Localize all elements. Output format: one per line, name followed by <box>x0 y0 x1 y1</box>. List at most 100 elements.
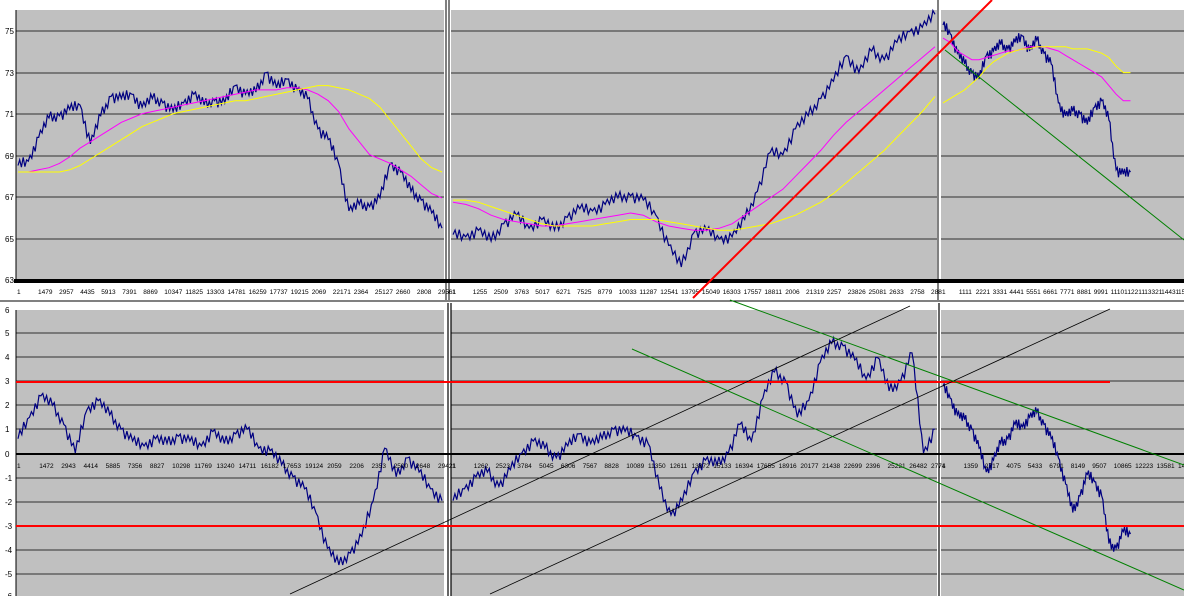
x-tick-label: 8828 <box>604 463 619 470</box>
y-tick-label: 69 <box>5 152 14 161</box>
x-tick-label: 1255 <box>473 289 488 296</box>
x-tick-label: 5045 <box>539 463 554 470</box>
x-tick-label: 11287 <box>639 289 657 296</box>
x-tick-label: 2257 <box>827 289 842 296</box>
y-tick-label: 71 <box>5 110 14 119</box>
x-tick-label: 2957 <box>59 289 74 296</box>
x-tick-label: 11101 <box>1111 289 1128 296</box>
x-tick-label: 11825 <box>185 289 203 296</box>
x-tick-label: 22171 <box>333 289 351 296</box>
x-tick-label: 9991 <box>1094 289 1109 296</box>
x-tick-label: 2808 <box>417 289 432 296</box>
y-tick-label: -5 <box>5 570 13 579</box>
x-tick-label: 17653 <box>283 463 301 470</box>
y-tick-label: 65 <box>5 235 14 244</box>
x-tick-label: 10089 <box>626 463 644 470</box>
x-tick-label: 5913 <box>101 289 116 296</box>
x-tick-label: 15133 <box>713 463 731 470</box>
x-tick-label: 3331 <box>993 289 1008 296</box>
x-tick-label: 10865 <box>1114 463 1132 470</box>
y-tick-label: -3 <box>5 522 13 531</box>
x-tick-label: 14711 <box>239 463 257 470</box>
x-tick-label: 26482 <box>909 463 927 470</box>
x-tick-label: 15049 <box>702 289 720 296</box>
x-tick-label: 3763 <box>515 289 530 296</box>
x-axis-bar <box>14 279 1184 283</box>
x-tick-label: 4435 <box>80 289 95 296</box>
x-tick-label: 4441 <box>1009 289 1024 296</box>
x-tick-label: 7567 <box>583 463 598 470</box>
x-tick-label: 9507 <box>1092 463 1107 470</box>
chart-stage: 757371696765636543210-1-2-3-4-5-61147929… <box>0 0 1184 601</box>
x-tick-label: 2396 <box>866 463 881 470</box>
x-tick-label: 2206 <box>349 463 364 470</box>
x-tick-label: 17737 <box>270 289 288 296</box>
x-tick-label: 17557 <box>744 289 762 296</box>
x-tick-label: 13872 <box>692 463 710 470</box>
y-tick-label: 1 <box>5 425 10 434</box>
x-tick-label: 12611 <box>670 463 688 470</box>
y-tick-label: 73 <box>5 69 14 78</box>
x-tick-label: 16182 <box>261 463 279 470</box>
chart-canvas: 757371696765636543210-1-2-3-4-5-61147929… <box>0 0 1184 601</box>
x-tick-label: 6661 <box>1043 289 1058 296</box>
x-tick-label: 15541 <box>1178 289 1184 296</box>
x-tick-label: 10347 <box>164 289 182 296</box>
x-tick-label: 18916 <box>779 463 797 470</box>
x-tick-label: 13321 <box>1144 289 1162 296</box>
x-tick-label: 16394 <box>735 463 753 470</box>
x-tick-label: 16259 <box>249 289 267 296</box>
x-tick-label: 2648 <box>416 463 431 470</box>
x-tick-label: 22699 <box>844 463 862 470</box>
x-tick-label: 1 <box>452 463 456 470</box>
x-tick-label: 23826 <box>848 289 866 296</box>
y-tick-label: 75 <box>5 27 14 36</box>
x-tick-label: 18811 <box>764 289 782 296</box>
x-tick-label: 7356 <box>128 463 143 470</box>
x-tick-label: 7525 <box>577 289 592 296</box>
x-tick-label: 8779 <box>598 289 613 296</box>
x-tick-label: 6271 <box>556 289 571 296</box>
y-tick-label: 3 <box>5 377 10 386</box>
x-tick-label: 1 <box>942 289 946 296</box>
x-tick-label: 2353 <box>372 463 387 470</box>
x-tick-label: 5433 <box>1028 463 1043 470</box>
x-tick-label: 1262 <box>474 463 489 470</box>
x-tick-label: 10298 <box>172 463 190 470</box>
x-tick-label: 13581 <box>1157 463 1175 470</box>
x-tick-label: 11350 <box>648 463 666 470</box>
x-tick-label: 8827 <box>150 463 165 470</box>
x-tick-label: 2364 <box>354 289 369 296</box>
y-tick-label: 67 <box>5 193 14 202</box>
x-tick-label: 288 <box>931 289 942 296</box>
x-tick-label: 4414 <box>84 463 99 470</box>
x-tick-label: 2509 <box>494 289 509 296</box>
x-tick-label: 1 <box>17 463 21 470</box>
x-tick-label: 1111 <box>959 289 972 296</box>
x-tick-label: 4075 <box>1006 463 1021 470</box>
x-tick-label: 12211 <box>1127 289 1145 296</box>
y-tick-label: -4 <box>5 546 13 555</box>
x-tick-label: 1472 <box>39 463 54 470</box>
x-tick-label: 1 <box>17 289 21 296</box>
x-tick-label: 20177 <box>800 463 818 470</box>
y-tick-label: -2 <box>5 498 13 507</box>
x-tick-label: 7771 <box>1060 289 1075 296</box>
x-tick-label: 13240 <box>216 463 234 470</box>
x-tick-label: 25127 <box>375 289 393 296</box>
y-tick-label: 0 <box>5 450 10 459</box>
x-tick-label: 7391 <box>122 289 137 296</box>
x-tick-label: 8149 <box>1071 463 1086 470</box>
x-tick-label: 2069 <box>312 289 327 296</box>
x-tick-label: 1359 <box>964 463 979 470</box>
x-tick-label: 2660 <box>396 289 411 296</box>
x-tick-label: 14431 <box>1161 289 1179 296</box>
x-tick-label: 8881 <box>1077 289 1092 296</box>
x-tick-label: 1479 <box>38 289 53 296</box>
x-tick-label: 10033 <box>619 289 637 296</box>
x-tick-label: 19215 <box>291 289 309 296</box>
x-tick-label: 11769 <box>194 463 212 470</box>
x-tick-label: 21319 <box>806 289 824 296</box>
x-tick-label: 3784 <box>517 463 532 470</box>
x-tick-label: 2717 <box>985 463 1000 470</box>
